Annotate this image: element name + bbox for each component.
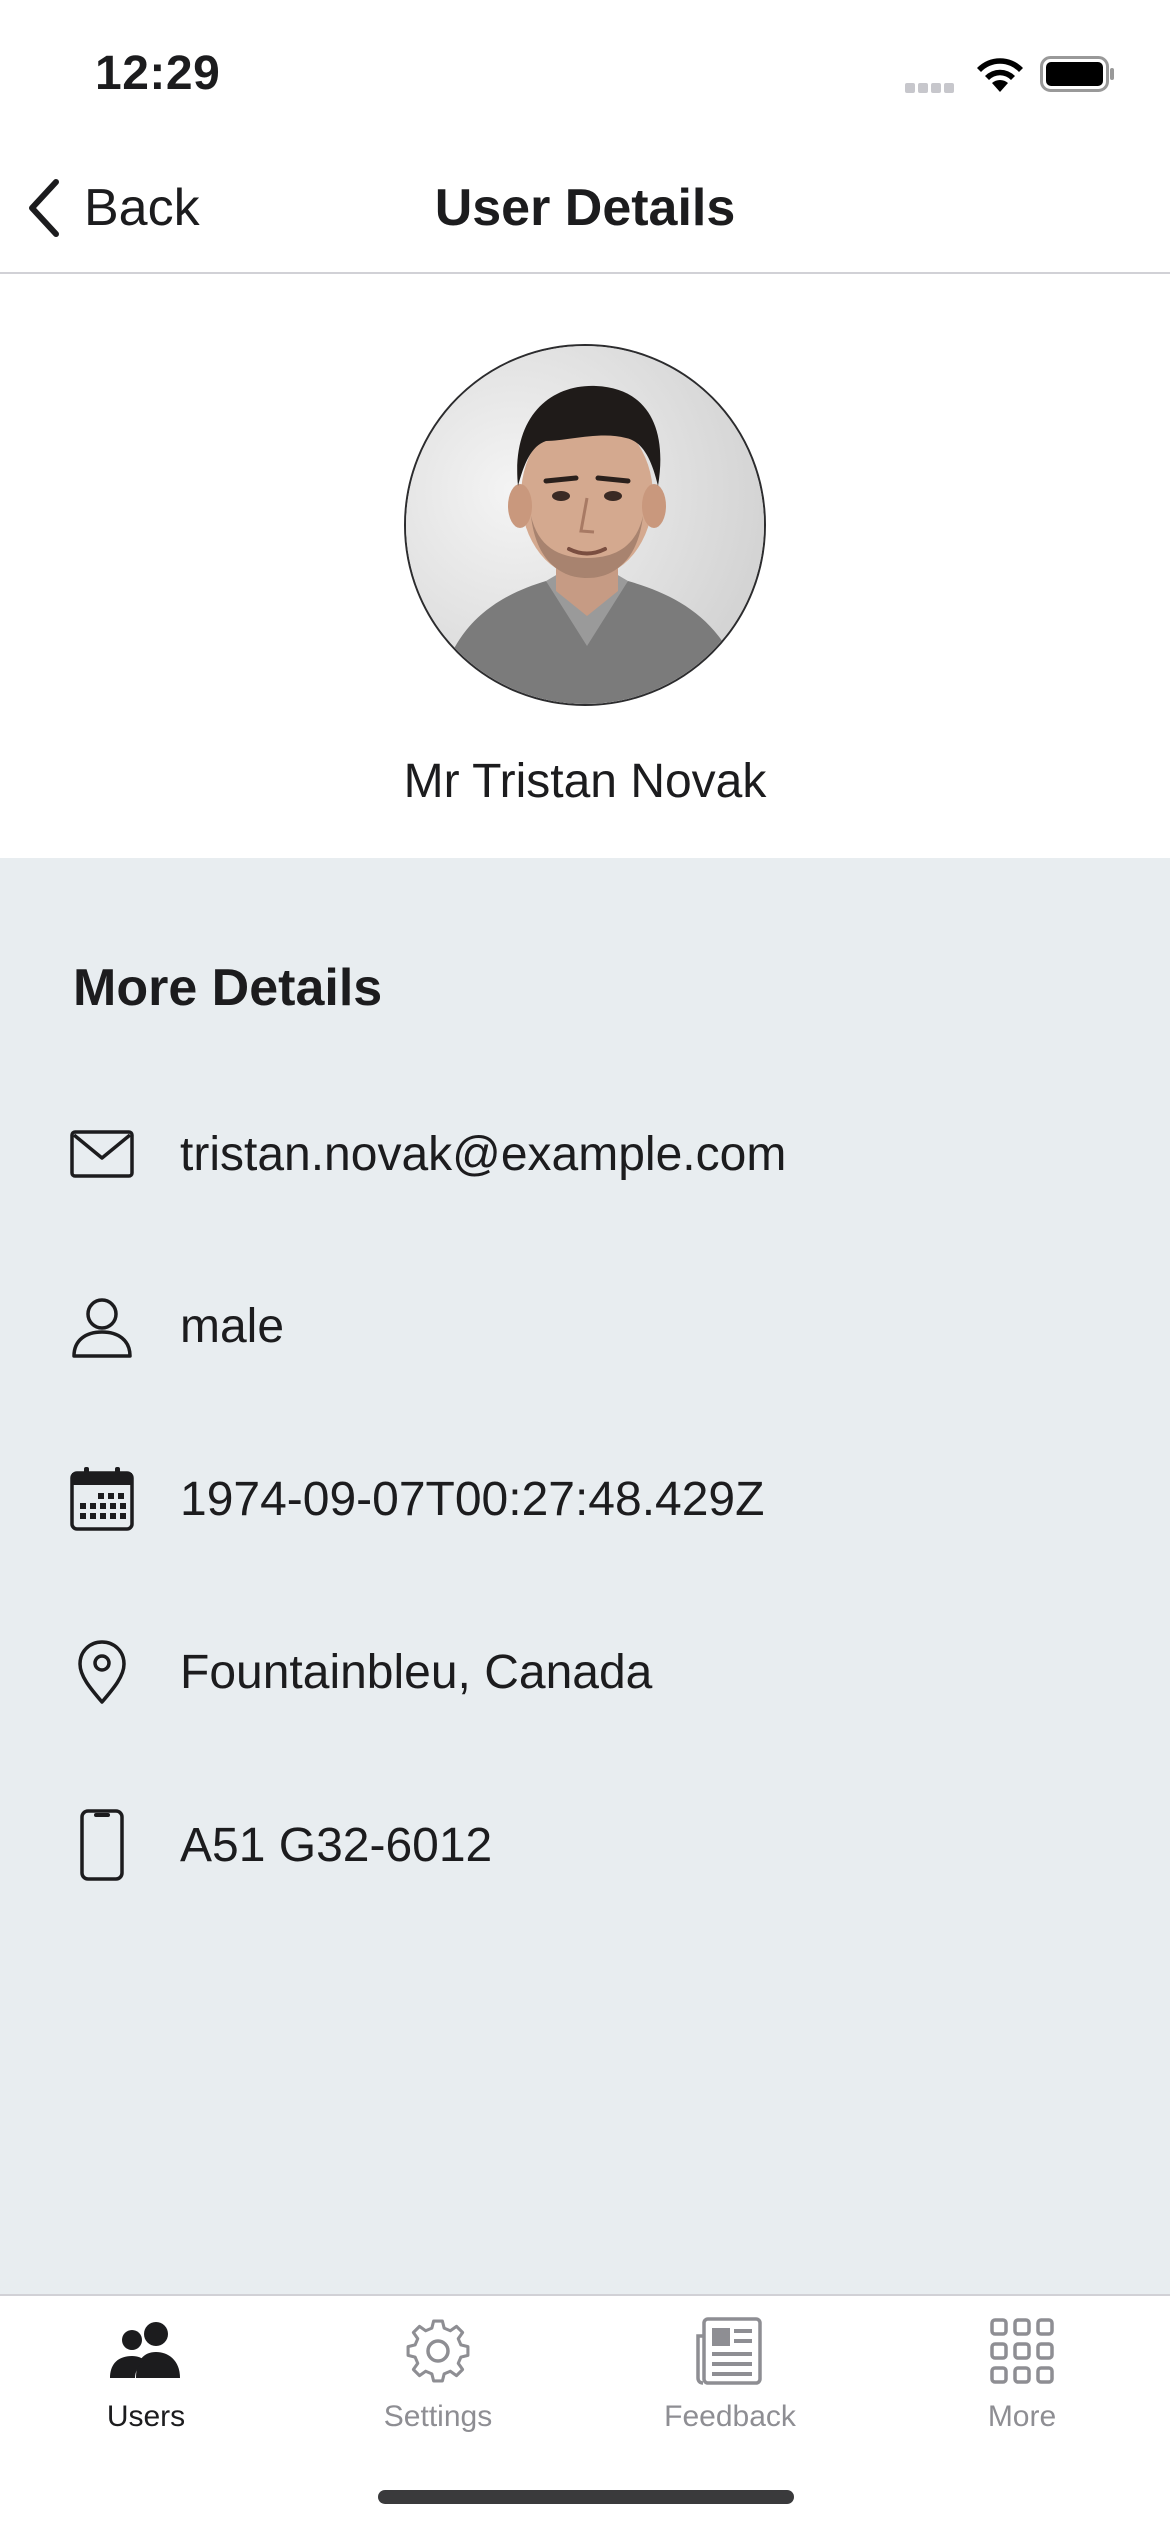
location-row: Fountainbleu, Canada	[0, 1622, 1170, 1722]
avatar-photo	[406, 346, 764, 704]
gear-icon	[406, 2319, 470, 2383]
status-bar: 12:29	[0, 0, 1170, 140]
email-row: tristan.novak@example.com	[0, 1104, 1170, 1204]
phone-value: A51 G32-6012	[180, 1818, 493, 1872]
users-icon	[110, 2322, 180, 2378]
details-section: More Details tristan.novak@example.com m…	[0, 858, 1170, 2296]
phone-icon	[66, 1809, 138, 1881]
section-title: More Details	[73, 959, 383, 1017]
profile-name: Mr Tristan Novak	[403, 755, 767, 808]
grid-icon	[990, 2318, 1054, 2384]
home-indicator	[378, 2490, 794, 2504]
gender-row: male	[0, 1276, 1170, 1376]
calendar-icon	[66, 1463, 138, 1535]
birthdate-value: 1974-09-07T00:27:48.429Z	[180, 1472, 765, 1526]
location-pin-icon	[66, 1636, 138, 1708]
tab-settings[interactable]: Settings	[292, 2316, 584, 2456]
phone-row: A51 G32-6012	[0, 1795, 1170, 1895]
battery-icon	[1040, 56, 1114, 92]
status-time: 12:29	[95, 47, 221, 100]
birthdate-row: 1974-09-07T00:27:48.429Z	[0, 1449, 1170, 1549]
location-value: Fountainbleu, Canada	[180, 1645, 653, 1699]
page-title: User Details	[434, 179, 736, 237]
avatar	[404, 344, 766, 706]
signal-icon	[905, 80, 957, 93]
tab-more[interactable]: More	[876, 2316, 1168, 2456]
tab-label: More	[987, 2400, 1057, 2433]
tab-label: Settings	[383, 2400, 493, 2433]
tab-label: Users	[106, 2400, 186, 2433]
mail-icon	[66, 1118, 138, 1190]
profile-header: Mr Tristan Novak	[0, 276, 1170, 858]
navigation-bar: Back User Details	[0, 140, 1170, 274]
wifi-icon	[977, 58, 1023, 92]
tab-feedback[interactable]: Feedback	[584, 2316, 876, 2456]
tab-label: Feedback	[664, 2400, 796, 2433]
gender-value: male	[180, 1299, 285, 1353]
email-value: tristan.novak@example.com	[180, 1127, 787, 1181]
newspaper-icon	[696, 2317, 762, 2385]
person-icon	[66, 1290, 138, 1362]
tab-users[interactable]: Users	[0, 2316, 292, 2456]
user-details-screen: 12:29 Back User Details Mr Tristan Novak…	[0, 0, 1170, 2532]
